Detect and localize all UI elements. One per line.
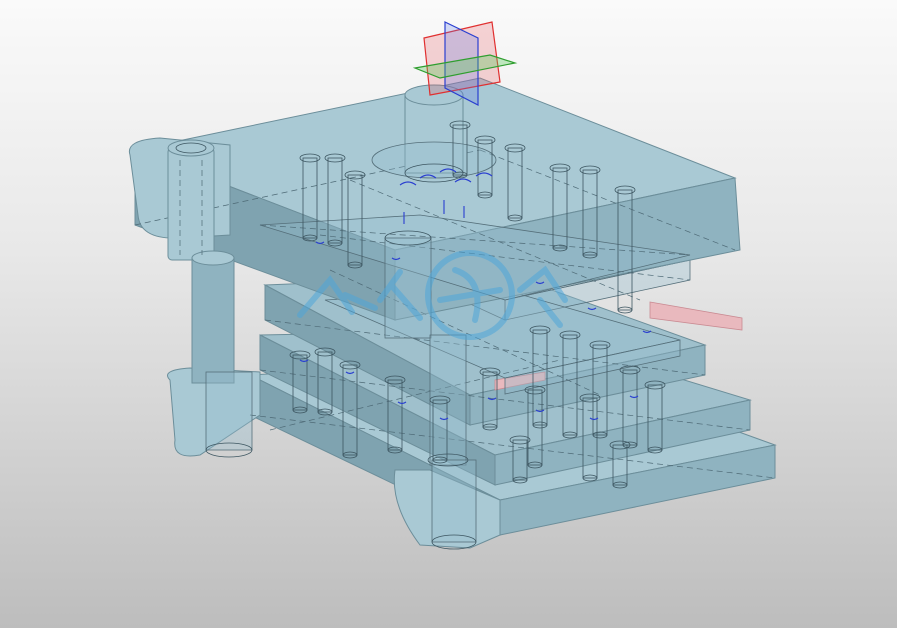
3d-viewport[interactable] [0,0,897,628]
die-set-model[interactable] [0,0,897,628]
